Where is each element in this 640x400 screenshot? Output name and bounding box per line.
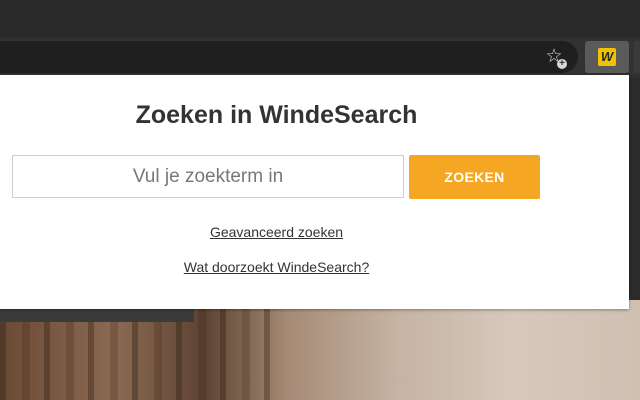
advanced-search-link[interactable]: Geavanceerd zoeken	[0, 224, 553, 240]
address-bar[interactable]	[0, 41, 578, 73]
windesearch-extension-icon: W	[598, 48, 616, 66]
add-plus-icon: +	[557, 59, 567, 69]
browser-titlebar	[0, 0, 640, 36]
popup-title: Zoeken in WindeSearch	[135, 101, 418, 129]
bookmark-star-icon[interactable]: ☆ +	[543, 46, 567, 69]
search-input[interactable]	[12, 155, 404, 198]
extension-popup: Zoeken in WindeSearch ZOEKEN Geavanceerd…	[0, 75, 629, 309]
search-button[interactable]: ZOEKEN	[409, 155, 540, 199]
toolbar-overflow	[634, 41, 640, 73]
about-search-link[interactable]: Wat doorzoekt WindeSearch?	[0, 259, 553, 275]
extension-button[interactable]: W	[585, 41, 629, 73]
